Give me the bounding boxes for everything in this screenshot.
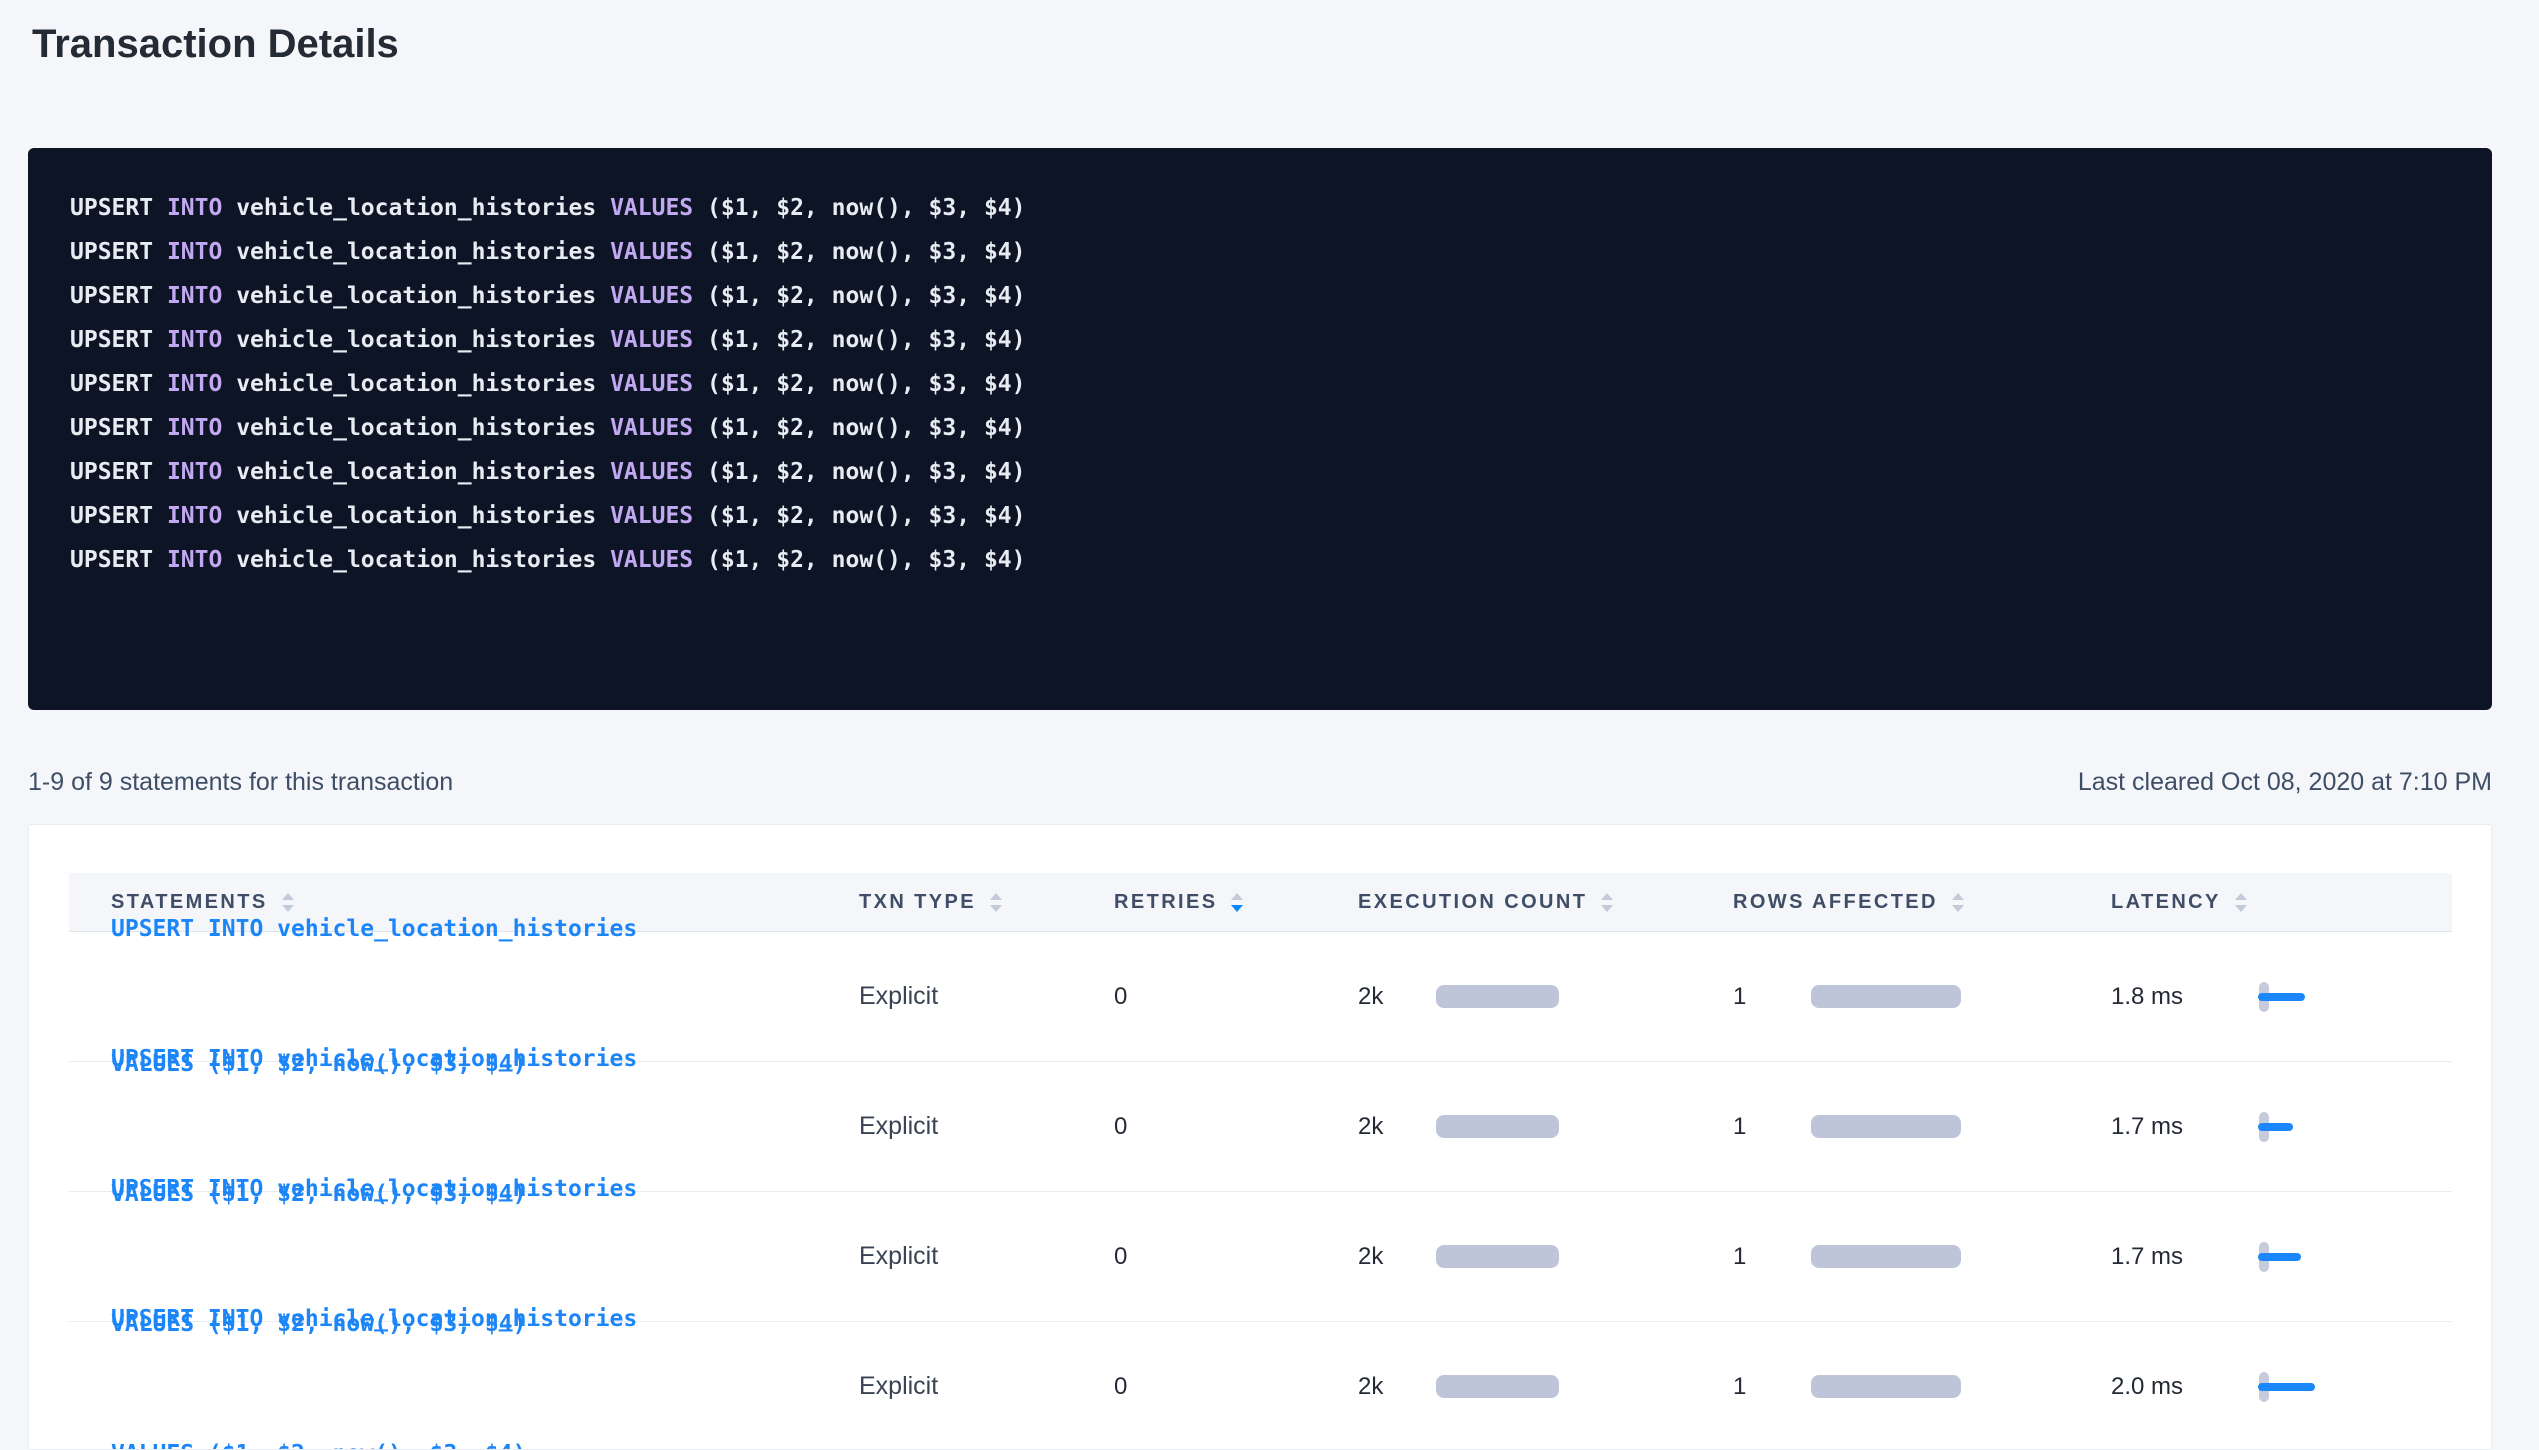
column-header-latency[interactable]: LATENCY	[2111, 891, 2452, 914]
latency-bar	[2258, 1253, 2301, 1261]
rows-affected-bar	[1811, 1245, 1961, 1268]
column-header-retries[interactable]: RETRIES	[1114, 891, 1358, 914]
txn-type-cell: Explicit	[859, 1242, 1114, 1271]
sql-statement-line: UPSERT INTO vehicle_location_histories V…	[70, 186, 2452, 230]
column-header-txn-type[interactable]: TXN TYPE	[859, 891, 1114, 914]
latency-bar	[2258, 993, 2305, 1001]
latency-value: 2.0 ms	[2111, 1373, 2259, 1401]
execution-count-value: 2k	[1358, 1373, 1436, 1401]
latency-cell: 1.8 ms	[2111, 980, 2452, 1014]
rows-affected-value: 1	[1733, 1243, 1811, 1271]
sort-icon	[1601, 893, 1613, 912]
retries-value: 0	[1114, 1243, 1127, 1271]
column-label: ROWS AFFECTED	[1733, 891, 1938, 914]
latency-bar-chart	[2259, 1370, 2339, 1404]
retries-cell: 0	[1114, 1113, 1358, 1141]
column-label: LATENCY	[2111, 891, 2221, 914]
rows-affected-bar	[1811, 985, 1961, 1008]
execution-count-bar	[1436, 1375, 1559, 1398]
rows-affected-cell: 1	[1733, 983, 2111, 1011]
latency-bar	[2258, 1383, 2315, 1391]
latency-value: 1.7 ms	[2111, 1113, 2259, 1141]
statement-line-1: UPSERT INTO vehicle_location_histories	[111, 907, 637, 952]
column-header-execution-count[interactable]: EXECUTION COUNT	[1358, 891, 1733, 914]
execution-count-value: 2k	[1358, 1113, 1436, 1141]
retries-cell: 0	[1114, 1243, 1358, 1271]
rows-affected-bar	[1811, 1375, 1961, 1398]
sql-statement-line: UPSERT INTO vehicle_location_histories V…	[70, 274, 2452, 318]
statements-table: STATEMENTS TXN TYPE RETRIES EXECUTION CO…	[69, 873, 2452, 1450]
latency-cell: 1.7 ms	[2111, 1240, 2452, 1274]
rows-affected-bar	[1811, 1115, 1961, 1138]
statement-line-1: UPSERT INTO vehicle_location_histories	[111, 1297, 637, 1342]
retries-cell: 0	[1114, 983, 1358, 1011]
page-title: Transaction Details	[32, 18, 2492, 70]
sql-statement-line: UPSERT INTO vehicle_location_histories V…	[70, 318, 2452, 362]
statement-cell: UPSERT INTO vehicle_location_histories V…	[69, 1207, 859, 1450]
retries-value: 0	[1114, 983, 1127, 1011]
sql-statement-line: UPSERT INTO vehicle_location_histories V…	[70, 230, 2452, 274]
txn-type-cell: Explicit	[859, 1372, 1114, 1401]
retries-cell: 0	[1114, 1373, 1358, 1401]
execution-count-cell: 2k	[1358, 1373, 1733, 1401]
latency-value: 1.7 ms	[2111, 1243, 2259, 1271]
sql-statement-line: UPSERT INTO vehicle_location_histories V…	[70, 494, 2452, 538]
execution-count-bar	[1436, 985, 1559, 1008]
retries-value: 0	[1114, 1373, 1127, 1401]
latency-bar-chart	[2259, 1240, 2339, 1274]
execution-count-cell: 2k	[1358, 1243, 1733, 1271]
sql-statement-line: UPSERT INTO vehicle_location_histories V…	[70, 406, 2452, 450]
execution-count-value: 2k	[1358, 1243, 1436, 1271]
column-label: RETRIES	[1114, 891, 1217, 914]
sql-statement-line: UPSERT INTO vehicle_location_histories V…	[70, 450, 2452, 494]
retries-value: 0	[1114, 1113, 1127, 1141]
statement-line-1: UPSERT INTO vehicle_location_histories	[111, 1167, 637, 1212]
execution-count-bar	[1436, 1115, 1559, 1138]
sort-icon	[1952, 893, 1964, 912]
txn-type-cell: Explicit	[859, 982, 1114, 1011]
rows-affected-cell: 1	[1733, 1113, 2111, 1141]
column-label: EXECUTION COUNT	[1358, 891, 1587, 914]
last-cleared-text: Last cleared Oct 08, 2020 at 7:10 PM	[2078, 766, 2492, 798]
statements-range-text: 1-9 of 9 statements for this transaction	[28, 766, 453, 798]
rows-affected-value: 1	[1733, 1113, 1811, 1141]
rows-affected-value: 1	[1733, 1373, 1811, 1401]
execution-count-value: 2k	[1358, 983, 1436, 1011]
rows-affected-cell: 1	[1733, 1243, 2111, 1271]
sql-statements-box: UPSERT INTO vehicle_location_histories V…	[28, 148, 2492, 710]
latency-cell: 2.0 ms	[2111, 1370, 2452, 1404]
statements-table-card: STATEMENTS TXN TYPE RETRIES EXECUTION CO…	[28, 824, 2492, 1450]
column-label: TXN TYPE	[859, 891, 976, 914]
rows-affected-value: 1	[1733, 983, 1811, 1011]
table-row: UPSERT INTO vehicle_location_histories V…	[69, 1322, 2452, 1450]
latency-cell: 1.7 ms	[2111, 1110, 2452, 1144]
sort-icon-active-desc	[1231, 893, 1243, 912]
sort-icon	[2235, 893, 2247, 912]
execution-count-cell: 2k	[1358, 983, 1733, 1011]
statement-link[interactable]: UPSERT INTO vehicle_location_histories V…	[111, 1207, 637, 1450]
statement-line-1: UPSERT INTO vehicle_location_histories	[111, 1037, 637, 1082]
statements-summary-bar: 1-9 of 9 statements for this transaction…	[28, 766, 2492, 798]
column-header-rows-affected[interactable]: ROWS AFFECTED	[1733, 891, 2111, 914]
statement-line-2: VALUES ($1, $2, now(), $3, $4)	[111, 1432, 637, 1450]
latency-value: 1.8 ms	[2111, 983, 2259, 1011]
latency-bar-chart	[2259, 980, 2339, 1014]
sort-icon	[990, 893, 1002, 912]
rows-affected-cell: 1	[1733, 1373, 2111, 1401]
transaction-details-page: Transaction Details UPSERT INTO vehicle_…	[0, 0, 2539, 1450]
txn-type-cell: Explicit	[859, 1112, 1114, 1141]
execution-count-cell: 2k	[1358, 1113, 1733, 1141]
latency-bar	[2258, 1123, 2293, 1131]
sql-statement-line: UPSERT INTO vehicle_location_histories V…	[70, 362, 2452, 406]
sql-statement-line: UPSERT INTO vehicle_location_histories V…	[70, 538, 2452, 582]
latency-bar-chart	[2259, 1110, 2339, 1144]
table-body: UPSERT INTO vehicle_location_histories V…	[69, 932, 2452, 1450]
execution-count-bar	[1436, 1245, 1559, 1268]
